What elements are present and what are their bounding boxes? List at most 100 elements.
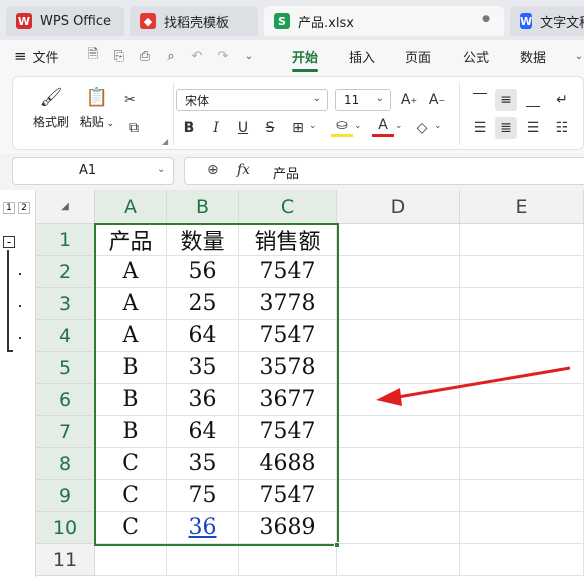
format-painter-button[interactable]: 🖌 格式刷 xyxy=(31,87,71,130)
borders-icon[interactable]: ⊞ xyxy=(287,117,309,139)
cell-a2[interactable]: A xyxy=(95,256,167,288)
copy-icon[interactable]: ⧉ xyxy=(123,117,145,139)
row-header-4[interactable]: 4 xyxy=(36,320,95,352)
cell-a3[interactable]: A xyxy=(95,288,167,320)
cell-e8[interactable] xyxy=(460,448,584,480)
cell-b10[interactable]: 36 xyxy=(167,512,239,544)
print-icon[interactable]: ⎙ xyxy=(136,47,154,65)
wrap-text-icon[interactable]: ↵ xyxy=(551,89,573,111)
cut-icon[interactable]: ✂ xyxy=(119,89,141,111)
cell-e10[interactable] xyxy=(460,512,584,544)
cell-c8[interactable]: 4688 xyxy=(239,448,337,480)
cell-c5[interactable]: 3578 xyxy=(239,352,337,384)
paste-button[interactable]: 📋 粘贴 ⌄ xyxy=(79,87,115,130)
fill-color-icon[interactable]: ⛀ xyxy=(331,115,353,137)
cell-c3[interactable]: 3778 xyxy=(239,288,337,320)
cell-e3[interactable] xyxy=(460,288,584,320)
column-header-a[interactable]: A xyxy=(95,190,167,224)
print-preview-icon[interactable]: ⌕ xyxy=(162,47,180,65)
cell-b8[interactable]: 35 xyxy=(167,448,239,480)
cell-b4[interactable]: 64 xyxy=(167,320,239,352)
undo-icon[interactable]: ↶ xyxy=(188,47,206,65)
cell-c1[interactable]: 销售额 xyxy=(239,224,337,256)
cell-a10[interactable]: C xyxy=(95,512,167,544)
chevron-down-icon[interactable]: ⌄ xyxy=(240,47,258,65)
row-header-2[interactable]: 2 xyxy=(36,256,95,288)
underline-icon[interactable]: U xyxy=(232,117,254,139)
cell-d11[interactable] xyxy=(337,544,460,576)
cell-d10[interactable] xyxy=(337,512,460,544)
bold-icon[interactable]: B xyxy=(178,117,200,139)
row-header-1[interactable]: 1 xyxy=(36,224,95,256)
cell-a11[interactable] xyxy=(95,544,167,576)
menu-tab-insert[interactable]: 插入 xyxy=(349,40,375,72)
cell-c7[interactable]: 7547 xyxy=(239,416,337,448)
cell-b9[interactable]: 75 xyxy=(167,480,239,512)
row-header-10[interactable]: 10 xyxy=(36,512,95,544)
column-header-d[interactable]: D xyxy=(337,190,460,224)
cell-a1[interactable]: 产品 xyxy=(95,224,167,256)
increase-font-icon[interactable]: A + xyxy=(398,89,420,111)
align-bottom-icon[interactable]: ⎽ xyxy=(522,89,544,111)
align-middle-icon[interactable]: ≡ xyxy=(495,89,517,111)
cell-b2[interactable]: 56 xyxy=(167,256,239,288)
cell-a5[interactable]: B xyxy=(95,352,167,384)
tab-wps-office[interactable]: W WPS Office xyxy=(6,6,124,36)
menu-tab-page[interactable]: 页面 xyxy=(405,40,431,72)
font-color-icon[interactable]: A xyxy=(372,115,394,137)
cell-e9[interactable] xyxy=(460,480,584,512)
select-all-corner[interactable]: ◢ xyxy=(36,190,95,224)
clear-format-icon[interactable]: ◇ xyxy=(411,117,433,139)
decrease-font-icon[interactable]: A − xyxy=(426,89,448,111)
row-header-3[interactable]: 3 xyxy=(36,288,95,320)
fx-icon[interactable]: fx xyxy=(237,162,250,178)
font-size-select[interactable]: 11 ⌄ xyxy=(335,89,391,111)
unsaved-dot-icon[interactable]: ● xyxy=(482,14,490,24)
menu-tab-home[interactable]: 开始 xyxy=(292,40,318,72)
cell-a7[interactable]: B xyxy=(95,416,167,448)
cell-d4[interactable] xyxy=(337,320,460,352)
chevron-down-icon[interactable]: ⌄ xyxy=(309,121,317,131)
cell-a4[interactable]: A xyxy=(95,320,167,352)
export-icon[interactable]: ⎘ xyxy=(110,47,128,65)
row-header-11[interactable]: 11 xyxy=(36,544,95,576)
menu-tab-formula[interactable]: 公式 xyxy=(463,40,489,72)
cell-c9[interactable]: 7547 xyxy=(239,480,337,512)
cell-a9[interactable]: C xyxy=(95,480,167,512)
cell-d9[interactable] xyxy=(337,480,460,512)
cell-e2[interactable] xyxy=(460,256,584,288)
row-header-6[interactable]: 6 xyxy=(36,384,95,416)
column-header-e[interactable]: E xyxy=(460,190,584,224)
cell-a6[interactable]: B xyxy=(95,384,167,416)
cell-d3[interactable] xyxy=(337,288,460,320)
align-top-icon[interactable]: ⎺ xyxy=(469,89,491,111)
italic-icon[interactable]: I xyxy=(205,117,227,139)
cell-c10[interactable]: 3689 xyxy=(239,512,337,544)
cell-d2[interactable] xyxy=(337,256,460,288)
file-menu[interactable]: ≡ 文件 xyxy=(14,40,59,72)
cell-c6[interactable]: 3677 xyxy=(239,384,337,416)
save-icon[interactable]: 🗎 xyxy=(84,47,102,65)
column-header-b[interactable]: B xyxy=(167,190,239,224)
font-name-select[interactable]: 宋体 ⌄ xyxy=(176,89,328,111)
redo-icon[interactable]: ↷ xyxy=(214,47,232,65)
cell-b6[interactable]: 36 xyxy=(167,384,239,416)
cell-e7[interactable] xyxy=(460,416,584,448)
zoom-search-icon[interactable]: ⊕ xyxy=(207,162,219,178)
cell-b7[interactable]: 64 xyxy=(167,416,239,448)
justify-icon[interactable]: ☷ xyxy=(551,117,573,139)
cell-b3[interactable]: 25 xyxy=(167,288,239,320)
clipboard-expand-icon[interactable]: ◢ xyxy=(162,137,168,146)
cell-c4[interactable]: 7547 xyxy=(239,320,337,352)
cell-d1[interactable] xyxy=(337,224,460,256)
cell-a8[interactable]: C xyxy=(95,448,167,480)
cell-e11[interactable] xyxy=(460,544,584,576)
tab-writer-doc[interactable]: W 文字文稿 xyxy=(510,6,584,36)
outline-level-1-button[interactable]: 1 xyxy=(3,202,15,214)
formula-input[interactable]: ⊕ fx 产品 xyxy=(184,157,584,185)
chevron-down-icon[interactable]: ⌄ xyxy=(395,121,403,131)
outline-level-2-button[interactable]: 2 xyxy=(18,202,30,214)
align-center-icon[interactable]: ≣ xyxy=(495,117,517,139)
row-header-7[interactable]: 7 xyxy=(36,416,95,448)
cell-e1[interactable] xyxy=(460,224,584,256)
